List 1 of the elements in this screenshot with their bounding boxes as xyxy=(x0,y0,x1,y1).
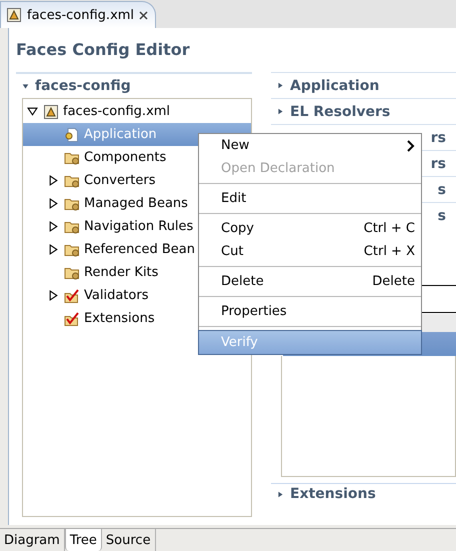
editor-title: Faces Config Editor xyxy=(15,39,191,61)
